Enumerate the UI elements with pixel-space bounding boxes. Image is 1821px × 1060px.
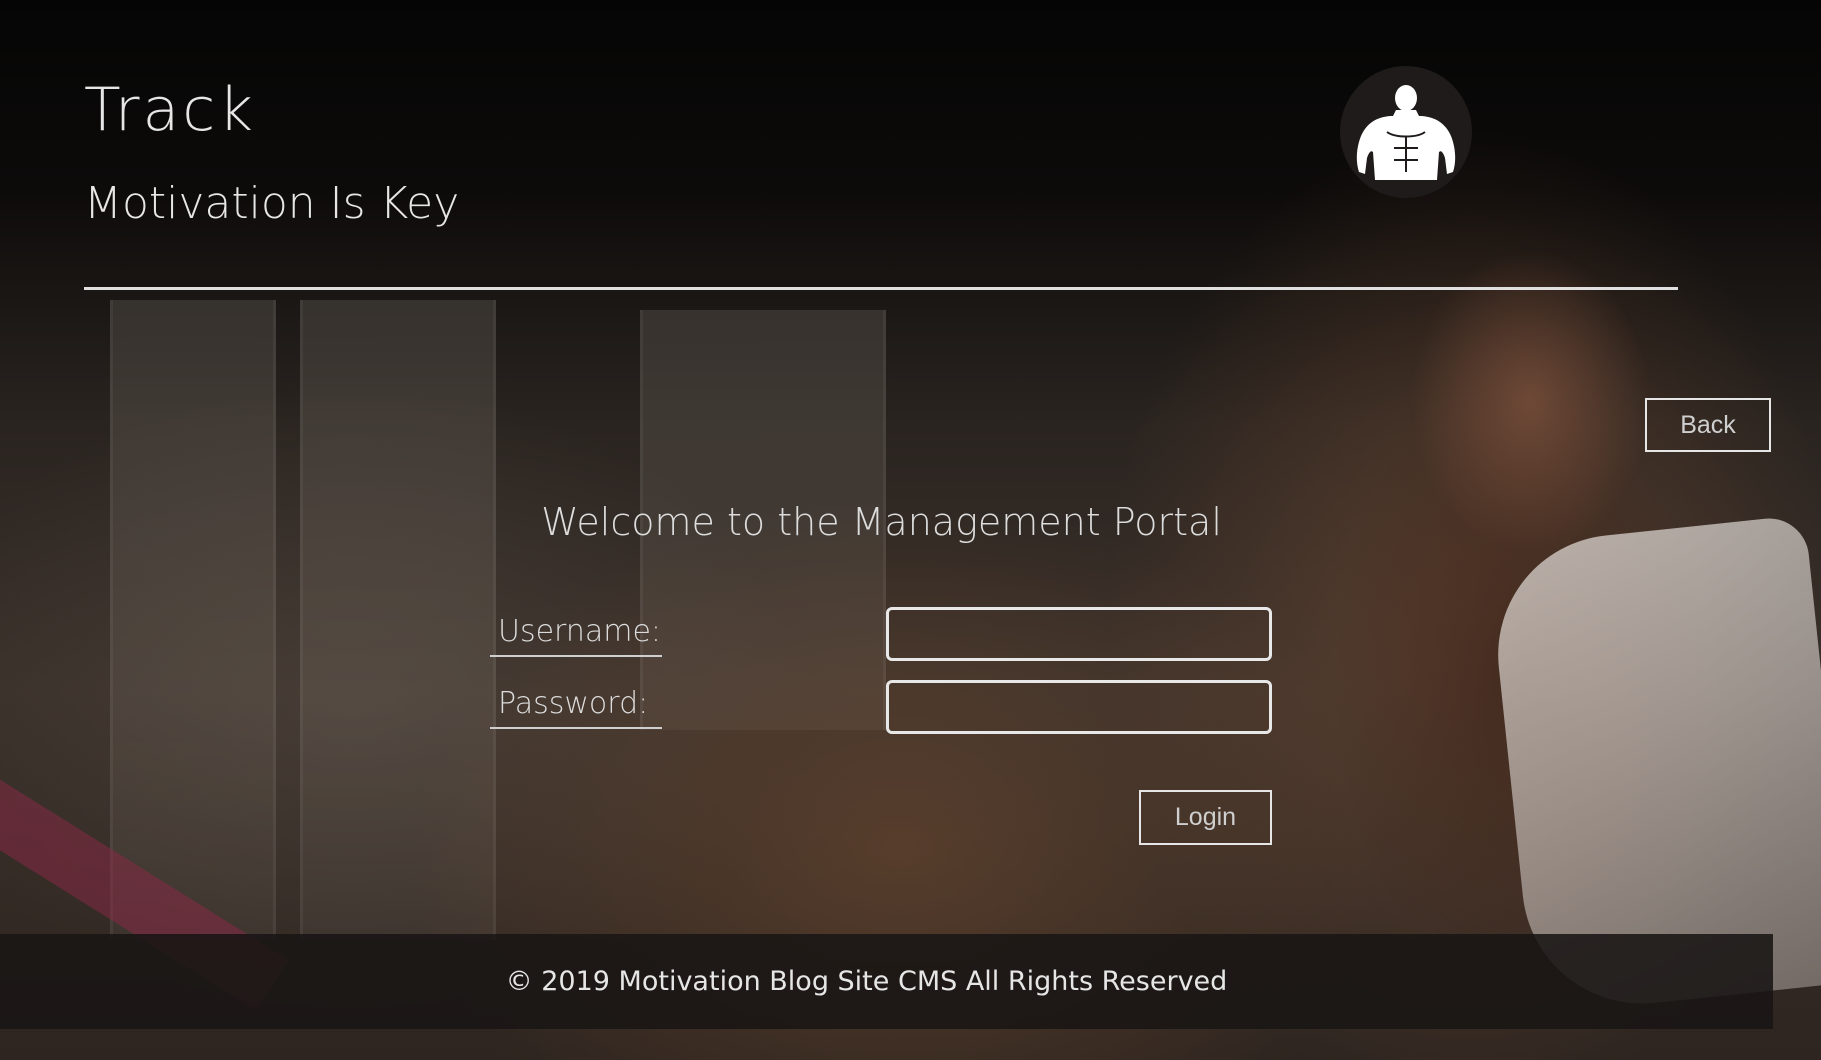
background-window xyxy=(110,300,276,940)
login-heading: Welcome to the Management Portal xyxy=(541,500,1222,544)
site-title: Track xyxy=(84,75,257,145)
password-label: Password: xyxy=(490,686,662,729)
username-input[interactable] xyxy=(886,607,1272,661)
login-button[interactable]: Login xyxy=(1139,790,1272,845)
site-tagline: Motivation Is Key xyxy=(84,178,460,229)
footer: © 2019 Motivation Blog Site CMS All Righ… xyxy=(0,934,1773,1029)
header-divider xyxy=(84,287,1678,290)
bodybuilder-icon xyxy=(1340,66,1472,198)
footer-copyright: © 2019 Motivation Blog Site CMS All Righ… xyxy=(505,966,1228,997)
bodybuilder-icon-graphic xyxy=(1356,85,1456,180)
password-input[interactable] xyxy=(886,680,1272,734)
background-window xyxy=(300,300,496,940)
back-button[interactable]: Back xyxy=(1645,398,1771,452)
username-label: Username: xyxy=(490,614,662,657)
